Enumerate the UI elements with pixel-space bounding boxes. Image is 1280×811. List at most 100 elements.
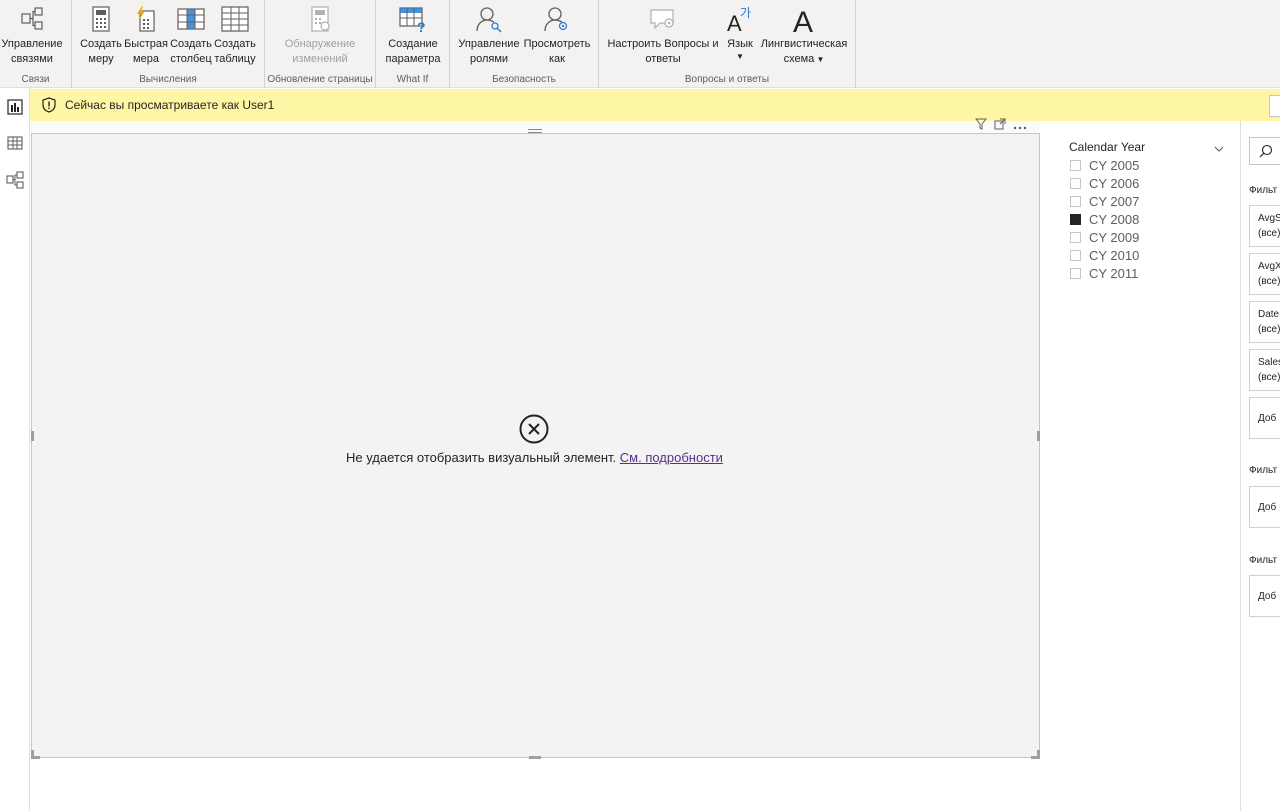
manage-relationships-button[interactable]: Управление связями (0, 4, 64, 67)
label-line2: меру (88, 53, 114, 65)
ribbon-group-calculations: Создать меру Быстрая мера Создать столбец С… (72, 0, 265, 88)
label-line1: Просмотреть (523, 38, 591, 50)
label-line1: Управление (458, 38, 520, 50)
quick-measure-button[interactable]: Быстрая мера (124, 4, 168, 67)
ribbon-group-whatif: ? Создание параметра What If (376, 0, 450, 88)
visual-container[interactable] (31, 133, 1040, 758)
shield-warning-icon (40, 96, 58, 114)
add-filter-label: Доб (1258, 413, 1277, 424)
slicer-item[interactable]: CY 2011 (1070, 265, 1138, 281)
data-view-icon[interactable] (4, 132, 26, 154)
filter-card[interactable]: Sales (все) (1249, 349, 1280, 391)
label-line1: Лингвистическая (760, 38, 848, 50)
group-label-security: Безопасность (492, 74, 556, 85)
filter-card-value: (все) (1258, 228, 1280, 239)
change-detection-button[interactable]: Обнаружение изменений (275, 4, 365, 67)
filter-card-name: AvgX (1258, 261, 1280, 272)
filter-card-value: (все) (1258, 276, 1280, 287)
relationships-icon (0, 4, 64, 34)
label-line2: столбец (170, 53, 212, 65)
new-column-icon (168, 4, 214, 34)
linguistic-schema-icon: A (759, 4, 849, 34)
label-line2: ролями (469, 53, 509, 65)
add-filter-label: Доб (1258, 502, 1277, 513)
ribbon: Управление связями Связи Создать меру Быст… (0, 0, 1280, 88)
resize-handle[interactable] (1031, 756, 1040, 759)
svg-text:가: 가 (740, 6, 751, 20)
filter-search-box[interactable] (1249, 137, 1280, 165)
filter-card[interactable]: Date (все) (1249, 301, 1280, 343)
resize-handle[interactable] (31, 756, 40, 759)
table-icon (212, 4, 258, 34)
new-measure-button[interactable]: Создать меру (79, 4, 123, 67)
slicer-item-label: CY 2011 (1089, 265, 1139, 281)
filter-card-name: AvgS (1258, 213, 1280, 224)
checkbox[interactable] (1070, 177, 1081, 189)
new-column-button[interactable]: Создать столбец (168, 4, 214, 67)
add-filter-dropzone[interactable]: Доб (1249, 397, 1280, 439)
new-table-button[interactable]: Создать таблицу (212, 4, 258, 67)
filter-card[interactable]: AvgX (все) (1249, 253, 1280, 295)
add-filter-dropzone[interactable]: Доб (1249, 486, 1280, 528)
group-label-whatif: What If (396, 74, 429, 85)
language-icon: A가 (721, 4, 759, 34)
label-line1: Создание (388, 38, 438, 50)
report-view-icon[interactable] (4, 96, 26, 118)
see-details-link[interactable]: См. подробности (620, 450, 723, 465)
chevron-down-icon[interactable] (1214, 140, 1224, 158)
label-line2: схема (783, 53, 815, 65)
slicer-item[interactable]: CY 2009 (1070, 229, 1139, 245)
ribbon-group-relationships: Управление связями Связи (0, 0, 72, 88)
error-message: Не удается отобразить визуальный элемент… (346, 450, 723, 465)
slicer-item-label: CY 2007 (1089, 193, 1140, 209)
svg-text:A: A (793, 6, 813, 34)
slicer-item[interactable]: CY 2008 (1070, 211, 1139, 227)
slicer-item[interactable]: CY 2006 (1070, 175, 1139, 191)
filters-page-heading: Фильт (1249, 465, 1278, 476)
label-line1: Быстрая (124, 38, 168, 50)
new-parameter-button[interactable]: ? Создание параметра (382, 4, 444, 67)
checkbox[interactable] (1070, 231, 1081, 243)
view-as-button[interactable]: Просмотреть как (522, 4, 592, 67)
checkbox[interactable] (1070, 267, 1081, 279)
search-icon (1259, 144, 1273, 163)
view-as-banner: Сейчас вы просматриваете как User1 (30, 89, 1280, 121)
checkbox[interactable] (1070, 249, 1081, 261)
label-line2: таблицу (214, 53, 256, 65)
manage-roles-button[interactable]: Управление ролями (458, 4, 520, 67)
slicer-item-label: CY 2005 (1089, 157, 1140, 173)
label-line2: изменений (292, 53, 348, 65)
group-label-qa: Вопросы и ответы (684, 74, 770, 85)
checkbox[interactable] (1070, 159, 1081, 171)
filter-card-value: (все) (1258, 372, 1280, 383)
qa-setup-button[interactable]: Настроить Вопросы и ответы (607, 4, 719, 67)
slicer-item[interactable]: CY 2005 (1070, 157, 1139, 173)
resize-handle[interactable] (31, 431, 34, 441)
chevron-down-icon: ▼ (814, 55, 825, 64)
model-view-icon[interactable] (4, 169, 26, 191)
group-label-page-refresh: Обновление страницы (267, 74, 373, 85)
language-button[interactable]: A가 Язык ▼ (721, 4, 759, 62)
drag-grip-icon[interactable] (527, 121, 543, 133)
resize-handle[interactable] (529, 756, 541, 759)
add-filter-dropzone[interactable]: Доб (1249, 575, 1280, 617)
group-label-calculations: Вычисления (139, 74, 197, 85)
stop-viewing-button[interactable] (1269, 95, 1280, 117)
resize-handle[interactable] (1037, 431, 1040, 441)
filter-card[interactable]: AvgS (все) (1249, 205, 1280, 247)
filter-card-name: Date (1258, 309, 1280, 320)
manage-roles-icon (458, 4, 520, 34)
add-filter-label: Доб (1258, 591, 1277, 602)
filters-visual-heading: Фильт (1249, 185, 1278, 196)
slicer-item[interactable]: CY 2007 (1070, 193, 1139, 209)
slicer-item[interactable]: CY 2010 (1070, 247, 1139, 263)
banner-text: Сейчас вы просматриваете как User1 (65, 98, 275, 112)
label-line1: Создать (80, 38, 122, 50)
label-line2: мера (133, 53, 159, 65)
slicer-item-label: CY 2008 (1089, 211, 1140, 227)
label-line2: параметра (385, 53, 441, 65)
checkbox[interactable] (1070, 195, 1081, 207)
checkbox-checked[interactable] (1070, 213, 1081, 225)
label-line2: ответы (645, 53, 681, 65)
linguistic-schema-button[interactable]: A Лингвистическая схема ▼ (759, 4, 849, 67)
